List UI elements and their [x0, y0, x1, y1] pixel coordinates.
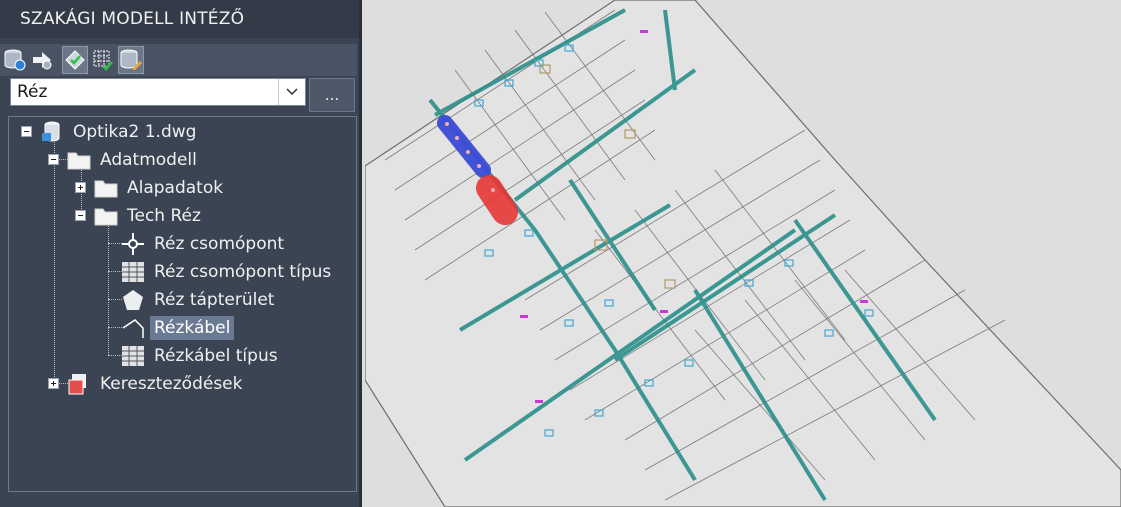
- tree-item-rez-csomopont[interactable]: Réz csomópont: [120, 231, 288, 257]
- toolbar: [0, 44, 357, 76]
- tree-item-label: Kereszteződések: [100, 374, 243, 394]
- tree-item-label: Alapadatok: [127, 178, 224, 198]
- tree-item-label: Rézkábel: [150, 316, 235, 340]
- tree-item-label: Optika2 1.dwg: [73, 122, 197, 142]
- tree-connector: [108, 221, 109, 355]
- tree-item-label: Tech Réz: [127, 206, 201, 226]
- tree-item-label: Réz csomópont: [154, 234, 285, 254]
- tree-item-rezkabel[interactable]: Rézkábel: [120, 315, 235, 341]
- model-select[interactable]: Réz: [10, 78, 306, 106]
- database-edit-icon[interactable]: [118, 46, 144, 74]
- tree-connector: [54, 137, 55, 383]
- tree-item-rez-csomopont-tipus[interactable]: Réz csomópont típus: [120, 259, 335, 285]
- map-drawing[interactable]: [365, 0, 1121, 507]
- table-icon: [120, 260, 146, 284]
- table-icon: [120, 344, 146, 368]
- collapse-toggle[interactable]: [75, 210, 86, 221]
- cable-line-icon: [120, 316, 146, 340]
- tree-item-label: Adatmodell: [100, 150, 197, 170]
- folder-icon: [93, 176, 119, 200]
- collapse-toggle[interactable]: [21, 126, 32, 137]
- tree-item-rezkabel-tipus[interactable]: Rézkábel típus: [120, 343, 282, 369]
- folder-icon: [66, 148, 92, 172]
- crossing-icon: [66, 372, 92, 396]
- shield-check-icon[interactable]: [62, 46, 88, 74]
- expand-toggle[interactable]: [75, 182, 86, 193]
- panel-title: SZAKÁGI MODELL INTÉZŐ: [0, 0, 359, 38]
- tree-item-alapadatok[interactable]: Alapadatok: [93, 175, 227, 201]
- chevron-down-icon[interactable]: [278, 79, 305, 105]
- tree-item-rez-tapterulet[interactable]: Réz tápterület: [120, 287, 278, 313]
- browse-button[interactable]: ...: [309, 78, 355, 112]
- model-select-value: Réz: [17, 82, 48, 102]
- tree-item-tech-rez[interactable]: Tech Réz: [93, 203, 205, 229]
- node-point-icon: [120, 232, 146, 256]
- database-settings-icon[interactable]: [2, 46, 28, 74]
- arrow-gear-icon[interactable]: [30, 46, 56, 74]
- folder-icon: [93, 204, 119, 228]
- tree-item-label: Réz csomópont típus: [154, 262, 332, 282]
- collapse-toggle[interactable]: [48, 154, 59, 165]
- tree-item-label: Réz tápterület: [154, 290, 275, 310]
- model-tree: Optika2 1.dwg Adatmodell Alapadatok Tech…: [8, 116, 357, 492]
- pentagon-icon: [120, 288, 146, 312]
- tree-item-adatmodell[interactable]: Adatmodell: [66, 147, 201, 173]
- tree-item-label: Rézkábel típus: [154, 346, 278, 366]
- tree-item-root[interactable]: Optika2 1.dwg: [39, 119, 200, 145]
- expand-toggle[interactable]: [48, 378, 59, 389]
- tree-item-keresztezodesek[interactable]: Kereszteződések: [66, 371, 246, 397]
- grid-check-icon[interactable]: [90, 46, 116, 74]
- map-viewport[interactable]: [365, 0, 1121, 507]
- drawing-database-icon: [39, 120, 65, 144]
- model-explorer-panel: SZAKÁGI MODELL INTÉZŐ Réz ... Optika2 1.…: [0, 0, 362, 507]
